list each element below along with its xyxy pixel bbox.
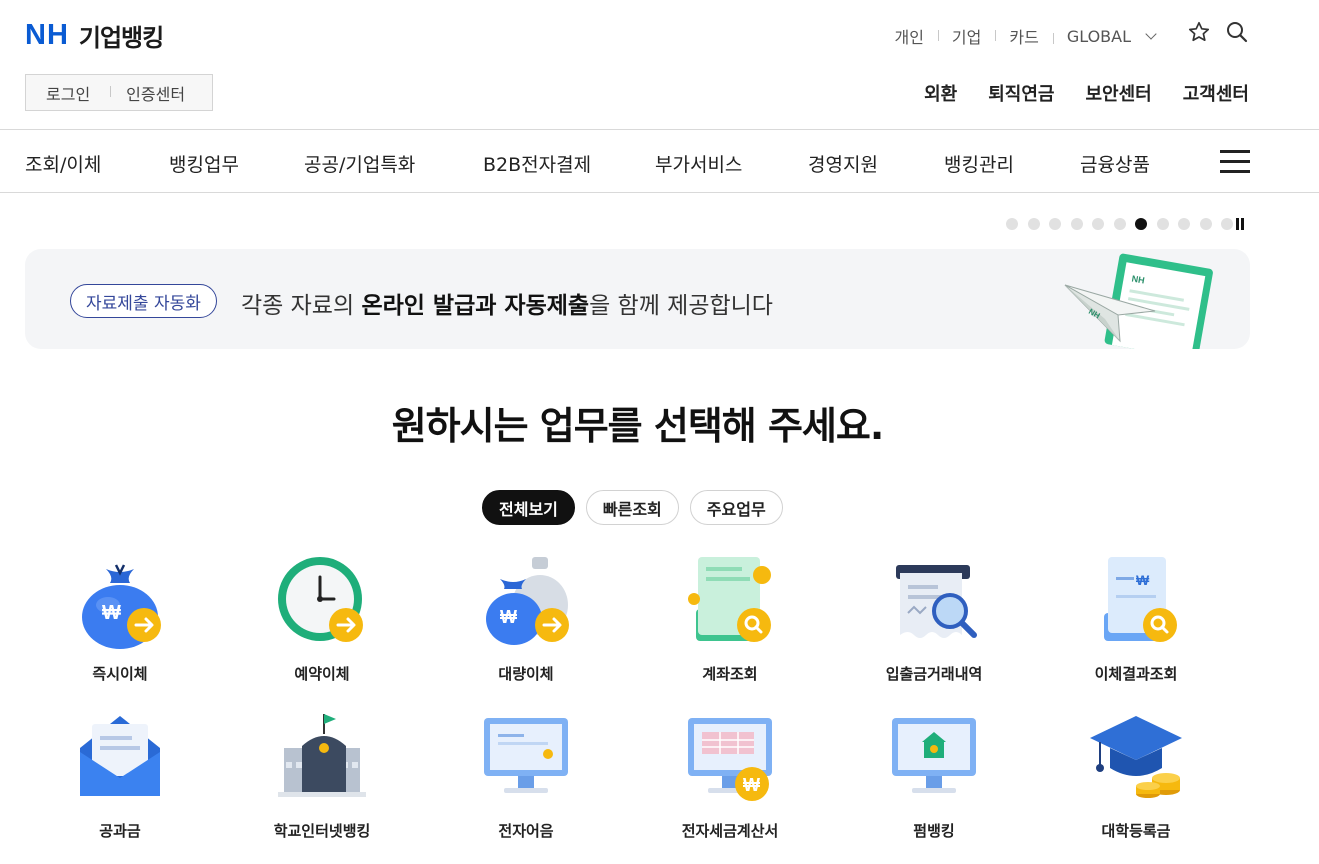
slider-dot[interactable]: [1070, 218, 1083, 230]
logo-brand: NH: [25, 19, 69, 51]
school-building-icon: [278, 714, 366, 797]
document-search-icon: ₩: [1104, 557, 1177, 642]
gnb-banking-management[interactable]: 뱅킹관리: [944, 150, 1014, 177]
slider-dot[interactable]: [1049, 218, 1061, 230]
service-label: 즉시이체: [92, 665, 148, 683]
search-icon[interactable]: [1225, 20, 1249, 44]
service-label: 전자세금계산서: [681, 822, 779, 840]
gnb-additional-services[interactable]: 부가서비스: [655, 150, 742, 177]
main-navigation: 조회/이체 뱅킹업무 공공/기업특화 B2B전자결제 부가서비스 경영지원 뱅킹…: [0, 129, 1319, 193]
svg-text:₩: ₩: [102, 602, 121, 624]
star-icon[interactable]: [1187, 20, 1211, 44]
gnb-financial-products[interactable]: 금융상품: [1080, 150, 1150, 177]
banner-text: 각종 자료의 온라인 발급과 자동제출을 함께 제공합니다: [241, 293, 773, 319]
pause-icon[interactable]: [1235, 218, 1245, 230]
service-school-banking[interactable]: 학교인터넷뱅킹: [222, 712, 422, 841]
envelope-icon: [80, 716, 160, 796]
receipt-search-icon: [896, 565, 977, 638]
gnb-management-support[interactable]: 경영지원: [808, 150, 878, 177]
promo-banner[interactable]: 자료제출 자동화 각종 자료의 온라인 발급과 자동제출을 함께 제공합니다 N…: [25, 249, 1250, 349]
service-label: 학교인터넷뱅킹: [273, 822, 371, 840]
service-account-inquiry[interactable]: 계좌조회: [630, 555, 830, 684]
passbook-search-icon: [688, 557, 771, 642]
banner-tag: 자료제출 자동화: [70, 284, 217, 318]
page-title: 원하시는 업무를 선택해 주세요.: [391, 404, 885, 448]
graduation-cap-coins-icon: [1090, 716, 1182, 798]
filter-tabs: 전체보기 빠른조회 주요업무: [482, 490, 783, 525]
quick-menu-customer[interactable]: 고객센터: [1183, 80, 1249, 106]
svg-text:₩: ₩: [1136, 572, 1150, 588]
gnb-banking-work[interactable]: 뱅킹업무: [169, 150, 239, 177]
monitor-bank-icon: [892, 718, 976, 793]
service-scheduled-transfer[interactable]: 예약이체: [222, 555, 422, 684]
chevron-down-icon: [1145, 27, 1157, 40]
slider-dot[interactable]: [1092, 218, 1104, 230]
multiple-money-bags-arrow-icon: ₩: [486, 557, 569, 645]
quick-menu-forex[interactable]: 외환: [924, 80, 957, 106]
monitor-note-icon: [484, 718, 568, 793]
login-box: 로그인 인증센터: [25, 74, 213, 111]
money-bag-arrow-icon: ₩: [82, 564, 161, 649]
logo-name: 기업뱅킹: [78, 24, 164, 52]
util-personal-link[interactable]: 개인: [880, 24, 937, 48]
gnb-b2b-payment[interactable]: B2B전자결제: [483, 150, 591, 177]
cert-center-button[interactable]: 인증센터: [110, 81, 205, 105]
service-instant-transfer[interactable]: ₩ 즉시이체: [20, 555, 220, 684]
slider-dot[interactable]: [1221, 218, 1233, 230]
filter-quick-inquiry[interactable]: 빠른조회: [585, 490, 679, 525]
quick-menu-pension[interactable]: 퇴직연금: [988, 80, 1054, 106]
slider-pagination: [1006, 218, 1233, 230]
slider-dot[interactable]: [1178, 218, 1190, 230]
util-icons: [1187, 20, 1249, 44]
quick-menu-security[interactable]: 보안센터: [1086, 80, 1152, 106]
global-dropdown[interactable]: GLOBAL: [1052, 26, 1169, 46]
logo[interactable]: NH 기업뱅킹: [25, 18, 164, 53]
service-label: 계좌조회: [702, 665, 758, 683]
svg-text:₩: ₩: [743, 775, 760, 795]
top-utility-menu: 개인 기업 카드 GLOBAL: [880, 24, 1169, 48]
service-label: 대학등록금: [1101, 822, 1171, 840]
service-label: 대량이체: [498, 665, 554, 683]
quick-menu: 외환 퇴직연금 보안센터 고객센터: [924, 80, 1249, 106]
service-utility-bills[interactable]: 공과금: [20, 712, 220, 841]
gnb-inquiry-transfer[interactable]: 조회/이체: [25, 150, 101, 177]
svg-text:₩: ₩: [500, 607, 517, 627]
util-corporate-link[interactable]: 기업: [937, 24, 995, 48]
service-label: 공과금: [99, 822, 141, 840]
clock-arrow-icon: [278, 557, 363, 642]
filter-main-tasks[interactable]: 주요업무: [689, 490, 783, 525]
service-label: 입출금거래내역: [885, 665, 983, 683]
service-e-tax-invoice[interactable]: ₩ 전자세금계산서: [630, 712, 830, 841]
paper-plane-document-icon: NH NH: [1064, 253, 1213, 349]
slider-dot[interactable]: [1113, 218, 1126, 230]
slider-dot[interactable]: [1199, 218, 1212, 230]
hamburger-menu-icon[interactable]: [1220, 150, 1250, 174]
service-label: 이체결과조회: [1094, 665, 1178, 683]
global-label: GLOBAL: [1066, 26, 1131, 46]
monitor-invoice-icon: ₩: [688, 718, 772, 801]
service-firm-banking[interactable]: 펌뱅킹: [834, 712, 1034, 841]
service-electronic-bill[interactable]: 전자어음: [426, 712, 626, 841]
service-university-tuition[interactable]: 대학등록금: [1036, 712, 1236, 841]
service-transfer-result[interactable]: ₩ 이체결과조회: [1036, 555, 1236, 684]
service-bulk-transfer[interactable]: ₩ 대량이체: [426, 555, 626, 684]
gnb-public-corporate[interactable]: 공공/기업특화: [304, 150, 415, 177]
filter-all[interactable]: 전체보기: [482, 490, 575, 525]
util-card-link[interactable]: 카드: [995, 24, 1052, 48]
login-button[interactable]: 로그인: [26, 81, 110, 105]
service-transaction-history[interactable]: 입출금거래내역: [834, 555, 1034, 684]
slider-dot[interactable]: [1156, 218, 1169, 230]
slider-dot[interactable]: [1006, 218, 1018, 230]
service-label: 펌뱅킹: [913, 822, 955, 840]
service-label: 전자어음: [498, 822, 554, 840]
slider-dot[interactable]: [1135, 218, 1147, 230]
service-label: 예약이체: [294, 665, 350, 683]
slider-dot[interactable]: [1027, 218, 1040, 230]
